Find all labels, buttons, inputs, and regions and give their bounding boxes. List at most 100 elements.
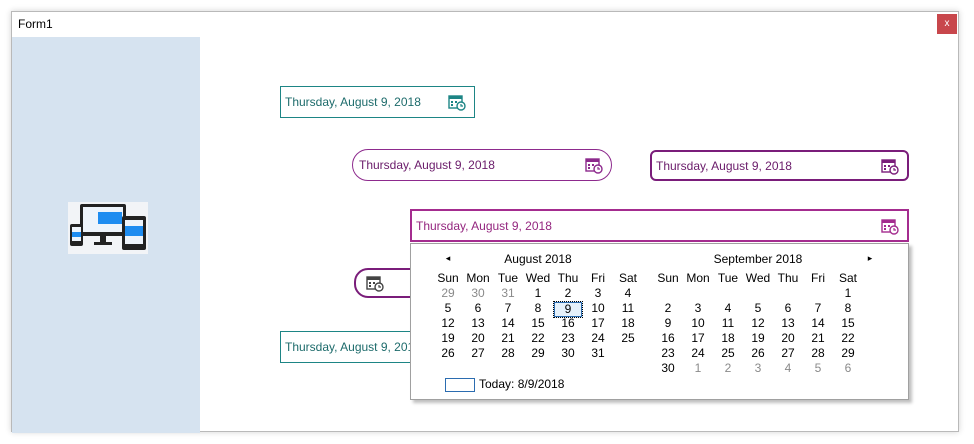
calendar-day[interactable]: 17 <box>583 316 613 331</box>
calendar-clock-icon[interactable] <box>585 156 603 174</box>
dow-label: Tue <box>497 271 519 285</box>
dow-label: Tue <box>717 271 739 285</box>
calendar-day[interactable]: 1 <box>523 286 553 301</box>
calendar-day[interactable]: 23 <box>653 346 683 361</box>
calendar-day[interactable]: 23 <box>553 331 583 346</box>
calendar-day[interactable]: 18 <box>713 331 743 346</box>
date-picker-4-open[interactable]: Thursday, August 9, 2018 <box>410 209 909 242</box>
calendar-day[interactable]: 1 <box>833 286 863 301</box>
dow-label: Mon <box>466 271 490 285</box>
today-label[interactable]: Today: 8/9/2018 <box>479 377 564 391</box>
calendar-day[interactable]: 29 <box>433 286 463 301</box>
window-title: Form1 <box>18 17 53 31</box>
calendar-day[interactable]: 1 <box>683 361 713 376</box>
calendar-day[interactable]: 20 <box>773 331 803 346</box>
calendar-day[interactable]: 3 <box>683 301 713 316</box>
calendar-day[interactable]: 17 <box>683 331 713 346</box>
calendar-day[interactable]: 6 <box>833 361 863 376</box>
title-bar: Form1 x <box>12 12 958 37</box>
close-button[interactable]: x <box>937 14 957 34</box>
calendar-day[interactable]: 10 <box>683 316 713 331</box>
calendar-day[interactable]: 22 <box>523 331 553 346</box>
calendar-day[interactable]: 9 <box>653 316 683 331</box>
calendar-day[interactable]: 4 <box>713 301 743 316</box>
dow-label: Wed <box>745 271 771 285</box>
calendar-day[interactable]: 18 <box>613 316 643 331</box>
month-grid: 1 2 3 4 5 6 7 8 9 10 11 12 13 14 15 16 17 18 19 20 21 22 23 24 2… <box>653 286 863 376</box>
week-row: 29 30 31 1 2 3 4 <box>433 286 643 301</box>
calendar-day[interactable]: 31 <box>493 286 523 301</box>
calendar-day[interactable]: 26 <box>433 346 463 361</box>
dow-label: Sun <box>657 271 679 285</box>
calendar-day[interactable]: 15 <box>833 316 863 331</box>
date-picker-3[interactable]: Thursday, August 9, 2018 <box>650 150 909 181</box>
calendar-dropdown: ◂ ▸ August 2018 Sun Mon Tue Wed Thu Fri … <box>410 243 909 400</box>
week-row: 26 27 28 29 30 31 <box>433 346 643 361</box>
next-month-button[interactable]: ▸ <box>863 251 877 265</box>
devices-logo-icon <box>68 202 148 254</box>
calendar-day[interactable]: 3 <box>743 361 773 376</box>
dow-label: Sat <box>618 271 637 285</box>
calendar-clock-icon[interactable] <box>881 157 899 175</box>
date-picker-1[interactable]: Thursday, August 9, 2018 <box>280 86 475 118</box>
calendar-day[interactable]: 16 <box>653 331 683 346</box>
calendar-day[interactable]: 7 <box>803 301 833 316</box>
date-picker-value: Thursday, August 9, 2018 <box>285 95 421 109</box>
month-title[interactable]: September 2018 <box>653 250 863 268</box>
month-september: September 2018 Sun Mon Tue Wed Thu Fri S… <box>653 250 863 376</box>
date-picker-2[interactable]: Thursday, August 9, 2018 <box>352 149 612 181</box>
calendar-day[interactable]: 22 <box>833 331 863 346</box>
date-picker-value: Thursday, August 9, 2018 <box>416 218 552 233</box>
calendar-day[interactable]: 27 <box>773 346 803 361</box>
calendar-day[interactable]: 29 <box>833 346 863 361</box>
calendar-day[interactable]: 13 <box>463 316 493 331</box>
week-row: 23 24 25 26 27 28 29 <box>653 346 863 361</box>
calendar-day[interactable]: 31 <box>583 346 613 361</box>
today-indicator[interactable] <box>445 378 475 392</box>
calendar-day[interactable]: 2 <box>653 301 683 316</box>
calendar-clock-icon[interactable] <box>366 274 384 292</box>
calendar-day <box>773 286 803 301</box>
calendar-day[interactable]: 25 <box>713 346 743 361</box>
calendar-day <box>613 346 643 361</box>
calendar-day[interactable]: 11 <box>713 316 743 331</box>
calendar-day[interactable]: 28 <box>493 346 523 361</box>
month-title[interactable]: August 2018 <box>433 250 643 268</box>
month-grid: 29 30 31 1 2 3 4 5 6 7 8 9 10 11 12 13 14 15 16 17 18 19 20 21 2… <box>433 286 643 361</box>
calendar-day[interactable]: 14 <box>803 316 833 331</box>
calendar-day[interactable]: 12 <box>433 316 463 331</box>
calendar-day[interactable]: 5 <box>803 361 833 376</box>
calendar-day[interactable]: 21 <box>803 331 833 346</box>
calendar-day[interactable]: 30 <box>463 286 493 301</box>
calendar-day[interactable]: 3 <box>583 286 613 301</box>
calendar-day[interactable]: 6 <box>773 301 803 316</box>
date-picker-6[interactable]: Thursday, August 9, 2018 <box>280 331 420 363</box>
calendar-day[interactable]: 2 <box>553 286 583 301</box>
calendar-day[interactable]: 29 <box>523 346 553 361</box>
calendar-day[interactable]: 16 <box>553 316 583 331</box>
calendar-day[interactable]: 5 <box>743 301 773 316</box>
calendar-clock-icon[interactable] <box>448 93 466 111</box>
calendar-day[interactable]: 28 <box>803 346 833 361</box>
calendar-day[interactable]: 26 <box>743 346 773 361</box>
calendar-day[interactable]: 14 <box>493 316 523 331</box>
calendar-day[interactable]: 24 <box>683 346 713 361</box>
calendar-day[interactable]: 30 <box>653 361 683 376</box>
calendar-day[interactable]: 2 <box>713 361 743 376</box>
calendar-day[interactable]: 15 <box>523 316 553 331</box>
week-row: 30 1 2 3 4 5 6 <box>653 361 863 376</box>
calendar-day[interactable]: 27 <box>463 346 493 361</box>
calendar-day[interactable]: 13 <box>773 316 803 331</box>
calendar-day[interactable]: 12 <box>743 316 773 331</box>
calendar-day[interactable]: 21 <box>493 331 523 346</box>
calendar-day[interactable]: 19 <box>743 331 773 346</box>
calendar-day[interactable]: 4 <box>773 361 803 376</box>
calendar-day[interactable]: 8 <box>833 301 863 316</box>
calendar-day[interactable]: 30 <box>553 346 583 361</box>
calendar-day[interactable]: 19 <box>433 331 463 346</box>
calendar-day[interactable]: 25 <box>613 331 643 346</box>
calendar-day[interactable]: 20 <box>463 331 493 346</box>
calendar-day[interactable]: 4 <box>613 286 643 301</box>
calendar-day[interactable]: 24 <box>583 331 613 346</box>
calendar-clock-icon[interactable] <box>881 217 899 235</box>
